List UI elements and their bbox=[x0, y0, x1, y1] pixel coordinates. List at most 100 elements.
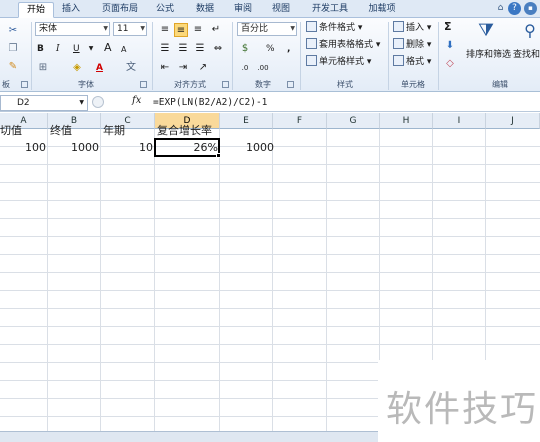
delete-label: 删除 bbox=[406, 40, 425, 50]
wrap-text-icon[interactable]: ↵ bbox=[209, 23, 223, 37]
format-painter-icon[interactable]: ✎ bbox=[6, 60, 20, 74]
cell-E2[interactable]: 1000 bbox=[246, 139, 274, 156]
cell-C1[interactable]: 年期 bbox=[103, 122, 125, 139]
phonetic-icon[interactable]: 文 bbox=[124, 61, 138, 75]
column-header[interactable]: E bbox=[220, 113, 273, 129]
font-launcher-icon[interactable] bbox=[140, 81, 147, 88]
cell-C2[interactable]: 10 bbox=[101, 139, 155, 156]
font-name-box[interactable]: 宋体 ▼ bbox=[35, 22, 110, 36]
conditional-format-button[interactable]: 条件格式 ▾ bbox=[306, 21, 362, 35]
tab-home[interactable]: 开始 bbox=[18, 2, 54, 18]
fill-color-icon[interactable]: ◈ bbox=[70, 61, 84, 75]
cut-icon[interactable]: ✂ bbox=[6, 24, 20, 38]
watermark-text: 软件技巧 bbox=[386, 389, 539, 430]
gridline bbox=[219, 129, 220, 431]
merge-cells-icon[interactable]: ⇔ bbox=[211, 42, 225, 56]
insert-function-icon[interactable]: fx bbox=[132, 95, 141, 106]
tab-developer[interactable]: 开发工具 bbox=[305, 2, 355, 18]
orientation-icon[interactable]: ↗ bbox=[196, 61, 210, 75]
clipboard-launcher-icon[interactable] bbox=[21, 81, 28, 88]
shrink-font-button[interactable]: A bbox=[121, 43, 126, 57]
align-bottom-icon[interactable]: ≡ bbox=[191, 23, 205, 37]
cell-A2[interactable]: 100 bbox=[0, 139, 48, 156]
grow-font-button[interactable]: A bbox=[104, 41, 112, 55]
gridline bbox=[326, 129, 327, 431]
format-button[interactable]: 格式 ▾ bbox=[393, 55, 431, 69]
group-label-styles: 样式 bbox=[337, 80, 353, 89]
gridline bbox=[154, 129, 155, 431]
underline-button[interactable]: U bbox=[73, 42, 80, 56]
find-icon[interactable]: ⚲ bbox=[520, 23, 540, 46]
cell-B2[interactable]: 1000 bbox=[48, 139, 101, 156]
cell-style-button[interactable]: 单元格样式 ▾ bbox=[306, 55, 371, 69]
number-format-value: 百分比 bbox=[241, 24, 269, 34]
chevron-down-icon: ▼ bbox=[79, 99, 84, 106]
tab-addins[interactable]: 加载项 bbox=[362, 2, 402, 18]
tab-formulas[interactable]: 公式 bbox=[150, 2, 180, 18]
ribbon-tab-bar: 开始 插入 页面布局 公式 数据 审阅 视图 开发工具 加载项 ⌂ ? ▪ bbox=[0, 0, 540, 18]
cell-B1[interactable]: 终值 bbox=[50, 122, 72, 139]
percent-button[interactable]: % bbox=[266, 42, 275, 56]
clear-icon[interactable]: ◇ bbox=[443, 57, 457, 71]
decrease-decimal-icon[interactable]: .00 bbox=[256, 61, 270, 75]
align-top-icon[interactable]: ≡ bbox=[158, 23, 172, 37]
tab-page-layout[interactable]: 页面布局 bbox=[95, 2, 145, 18]
table-format-label: 套用表格格式 bbox=[319, 40, 374, 50]
conditional-format-icon bbox=[306, 21, 317, 32]
fill-handle[interactable] bbox=[216, 153, 221, 158]
sort-filter-icon[interactable]: ⧩ bbox=[476, 22, 496, 46]
ribbon-minimize-icon[interactable]: ⌂ bbox=[494, 2, 507, 15]
increase-indent-icon[interactable]: ⇥ bbox=[176, 61, 190, 75]
align-left-icon[interactable]: ☰ bbox=[158, 42, 172, 56]
copy-icon[interactable]: ❐ bbox=[6, 42, 20, 56]
align-right-icon[interactable]: ☰ bbox=[193, 42, 207, 56]
column-header[interactable]: G bbox=[327, 113, 380, 129]
table-format-button[interactable]: 套用表格格式 ▾ bbox=[306, 38, 380, 52]
font-size-box[interactable]: 11 ▼ bbox=[113, 22, 147, 36]
autosum-button[interactable]: Σ bbox=[444, 20, 452, 34]
number-launcher-icon[interactable] bbox=[287, 81, 294, 88]
help-icon[interactable]: ? bbox=[508, 2, 521, 15]
group-label-font: 字体 bbox=[78, 80, 94, 89]
increase-decimal-icon[interactable]: .0 bbox=[238, 61, 252, 75]
number-format-box[interactable]: 百分比 ▼ bbox=[237, 22, 297, 36]
column-header[interactable]: I bbox=[433, 113, 486, 129]
formula-input[interactable]: =EXP(LN(B2/A2)/C2)-1 bbox=[153, 95, 267, 111]
separator bbox=[152, 22, 153, 90]
column-header[interactable]: F bbox=[273, 113, 327, 129]
decrease-indent-icon[interactable]: ⇤ bbox=[158, 61, 172, 75]
font-color-button[interactable]: A bbox=[96, 61, 103, 75]
gridline bbox=[272, 129, 273, 431]
chevron-down-icon[interactable]: ▼ bbox=[84, 42, 98, 56]
sort-filter-button[interactable]: 排序和筛选 bbox=[466, 48, 511, 62]
tab-data[interactable]: 数据 bbox=[190, 2, 220, 18]
tab-review[interactable]: 审阅 bbox=[228, 2, 258, 18]
tab-insert[interactable]: 插入 bbox=[56, 2, 86, 18]
cell-A1[interactable]: 切值 bbox=[0, 122, 22, 139]
column-header[interactable]: H bbox=[380, 113, 433, 129]
group-label-number: 数字 bbox=[255, 80, 271, 89]
currency-icon[interactable]: $ bbox=[238, 42, 252, 56]
group-label-clipboard: 板 bbox=[2, 80, 10, 89]
formula-cancel-icon[interactable] bbox=[92, 96, 104, 108]
column-header[interactable]: J bbox=[486, 113, 540, 129]
find-select-button[interactable]: 查找和 bbox=[513, 48, 540, 62]
align-center-icon[interactable]: ☰ bbox=[176, 42, 190, 56]
italic-button[interactable]: I bbox=[56, 42, 60, 56]
separator bbox=[232, 22, 233, 90]
alignment-launcher-icon[interactable] bbox=[222, 81, 229, 88]
bold-button[interactable]: B bbox=[37, 42, 44, 56]
fill-icon[interactable]: ⬇ bbox=[443, 39, 457, 53]
name-box[interactable]: D2 ▼ bbox=[0, 95, 88, 111]
align-middle-icon[interactable]: ≡ bbox=[174, 23, 188, 37]
gridline bbox=[47, 129, 48, 431]
sheet-tab-bar bbox=[0, 431, 378, 442]
border-icon[interactable]: ⊞ bbox=[36, 61, 50, 75]
tab-view[interactable]: 视图 bbox=[266, 2, 296, 18]
comma-button[interactable]: , bbox=[287, 42, 290, 56]
cell-D1[interactable]: 复合增长率 bbox=[157, 122, 212, 139]
delete-button[interactable]: 删除 ▾ bbox=[393, 38, 431, 52]
formula-bar: D2 ▼ fx =EXP(LN(B2/A2)/C2)-1 bbox=[0, 94, 540, 112]
insert-button[interactable]: 插入 ▾ bbox=[393, 21, 431, 35]
window-control-icon[interactable]: ▪ bbox=[524, 2, 537, 15]
